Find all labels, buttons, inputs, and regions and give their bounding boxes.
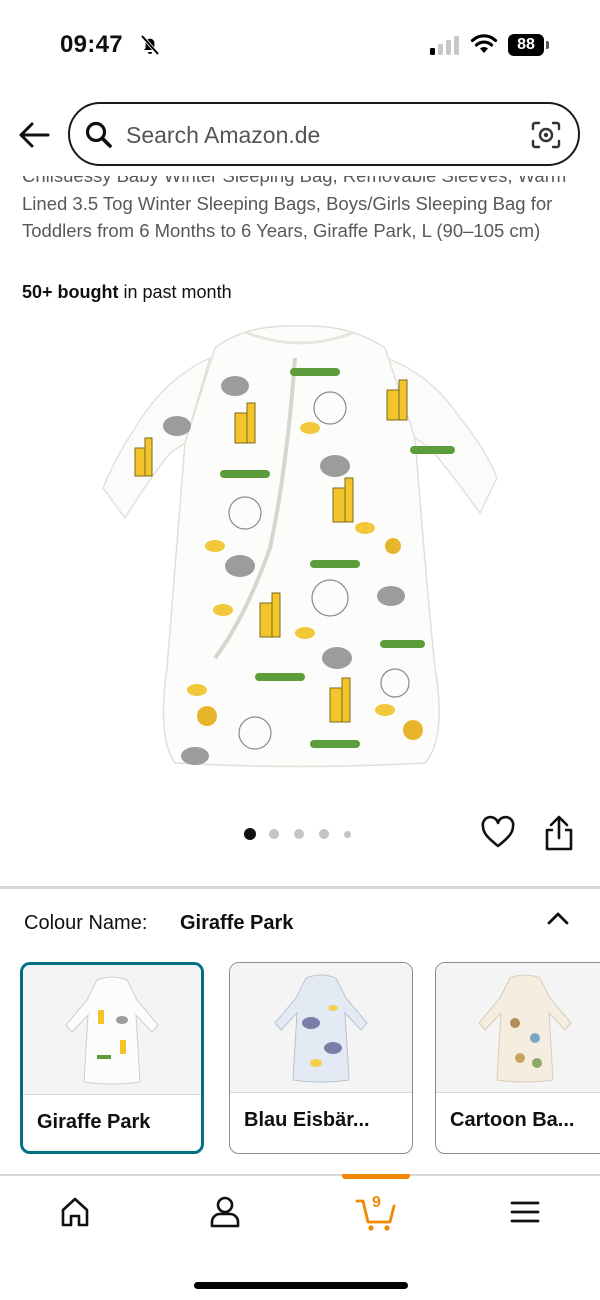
carousel-dot[interactable] (344, 831, 351, 838)
bell-off-icon (140, 34, 160, 56)
cart-count-badge: 9 (372, 1194, 381, 1211)
heart-icon[interactable] (480, 815, 516, 851)
colour-name-label: Colour Name: (24, 912, 148, 934)
battery-tip (546, 41, 549, 49)
signal-icon (430, 36, 459, 55)
swatch-image (230, 963, 412, 1093)
swatch-label: Giraffe Park (37, 1111, 151, 1133)
product-title-container: Chilsuessy Baby Winter Sleeping Bag, Rem… (0, 176, 600, 276)
swatch-thumbnail (478, 974, 572, 1082)
account-icon[interactable] (205, 1192, 245, 1232)
share-icon[interactable] (542, 814, 576, 852)
bought-count-suffix: in past month (118, 282, 232, 302)
swatch-label: Cartoon Ba... (450, 1109, 575, 1131)
swatch-image (436, 963, 600, 1093)
carousel-dot[interactable] (294, 829, 304, 839)
carousel-dot[interactable] (244, 828, 256, 840)
chevron-up-icon[interactable] (544, 906, 572, 930)
search-icon (85, 121, 112, 148)
swatch-label: Blau Eisbär... (244, 1109, 370, 1131)
battery-indicator: 88 (508, 34, 550, 56)
carousel-dot[interactable] (319, 829, 329, 839)
product-title[interactable]: Chilsuessy Baby Winter Sleeping Bag, Rem… (22, 176, 582, 245)
search-bar[interactable] (68, 102, 580, 166)
bought-count-value: 50+ bought (22, 282, 119, 302)
carousel-dot[interactable] (269, 829, 279, 839)
menu-icon[interactable] (505, 1192, 545, 1232)
swatch-thumbnail (65, 976, 159, 1084)
cart-active-indicator (342, 1174, 410, 1179)
bought-count: 50+ bought in past month (22, 282, 232, 303)
swatch-thumbnail (274, 974, 368, 1082)
status-bar: 09:47 88 (0, 0, 600, 90)
home-indicator-bar (194, 1282, 408, 1289)
swatch-image (23, 965, 201, 1095)
home-icon[interactable] (55, 1192, 95, 1232)
product-image[interactable] (95, 318, 505, 778)
camera-search-icon[interactable] (530, 120, 562, 150)
battery-level: 88 (508, 34, 544, 56)
search-input[interactable] (126, 120, 516, 150)
image-carousel-dots[interactable] (244, 827, 364, 841)
back-arrow-icon[interactable] (18, 120, 50, 150)
colour-option-cartoon-ba[interactable]: Cartoon Ba... (435, 962, 600, 1154)
bottom-navigation: 9 (0, 1174, 600, 1300)
colour-option-blau-eisbaer[interactable]: Blau Eisbär... (229, 962, 413, 1154)
search-header (0, 92, 600, 176)
colour-option-giraffe-park[interactable]: Giraffe Park (20, 962, 204, 1154)
wifi-icon (470, 34, 498, 53)
section-divider (0, 886, 600, 889)
status-time: 09:47 (60, 31, 123, 58)
colour-name-value: Giraffe Park (180, 912, 294, 934)
